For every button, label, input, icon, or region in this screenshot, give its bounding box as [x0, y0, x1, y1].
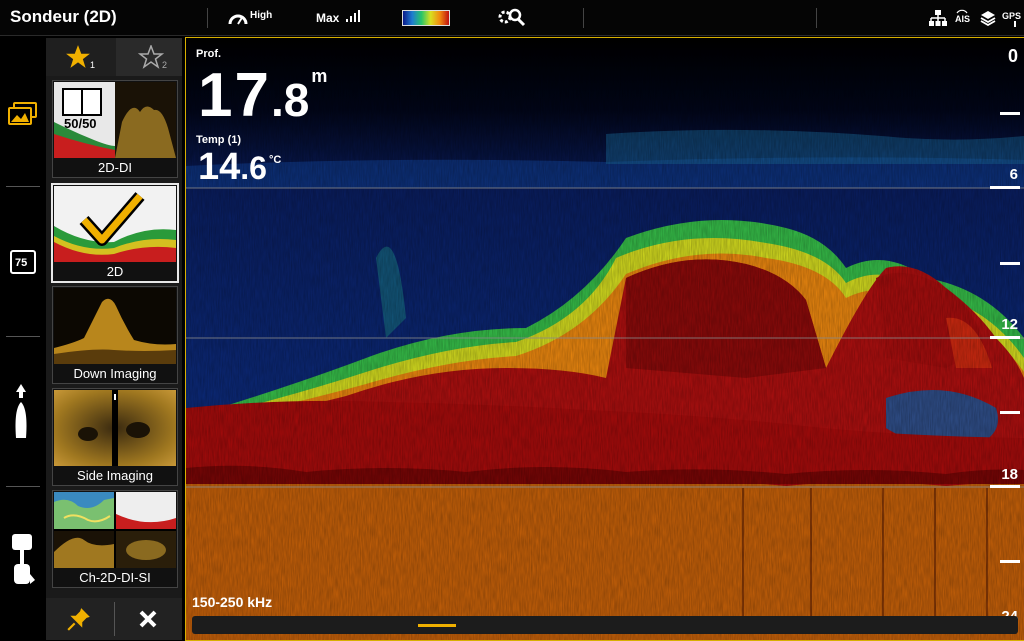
close-icon[interactable]: [138, 609, 158, 629]
layers-icon[interactable]: [980, 10, 996, 26]
star-outline-icon: [138, 45, 164, 69]
tab-number: 2: [162, 60, 168, 70]
trolling-motor-icon[interactable]: [8, 534, 36, 590]
thumbnail: [54, 492, 176, 568]
color-palette-button[interactable]: [402, 10, 450, 26]
network-icon[interactable]: [929, 10, 947, 26]
divider: [114, 602, 115, 636]
page-title: Sondeur (2D): [10, 7, 117, 26]
split-icon: [62, 88, 102, 116]
gps-icon[interactable]: GPS: [1002, 8, 1022, 30]
signal-bars-icon: [346, 10, 360, 22]
top-bar: Sondeur (2D) High Max AIS GPS: [0, 0, 1024, 36]
depth-label: Prof.: [196, 48, 222, 60]
thumbnail: 50/50: [54, 82, 176, 158]
depth-value-int: 17: [198, 61, 271, 130]
depth-scale-tick: [1000, 560, 1020, 563]
thumbnail: [54, 390, 176, 466]
rail-separator: [6, 336, 40, 337]
favorites-tab-2[interactable]: 2: [116, 38, 182, 76]
temp-readout: 14.6 °C: [198, 146, 281, 189]
temp-label: Temp (1): [196, 134, 242, 146]
depth-scale-tick: [1000, 262, 1020, 265]
view-tile-2d-di[interactable]: 50/50 2D-DI: [52, 80, 178, 178]
tab-number: 1: [90, 60, 96, 70]
temp-value-int: 14: [198, 146, 241, 188]
range-label: Max: [316, 11, 340, 25]
depth-scale-tick: [1000, 411, 1020, 414]
thumbnail: [54, 288, 176, 364]
depth-scale-label: 18: [1001, 466, 1018, 483]
ais-icon[interactable]: AIS: [954, 8, 970, 28]
depth-scale-tick: [1000, 112, 1020, 115]
split-ratio-badge: 50/50: [64, 116, 97, 131]
depth-scale-label: 0: [1007, 46, 1018, 66]
ais-label: AIS: [955, 14, 971, 24]
depth-scale-tick: [990, 485, 1020, 488]
temp-unit: °C: [268, 154, 282, 166]
favorites-panel: 1 2 50/50 2D-DI 2D Down Imaging Side Ima…: [46, 38, 182, 640]
zoom-badge: 75: [15, 257, 28, 269]
depth-scale-label: 6: [1009, 166, 1018, 183]
depth-unit: m: [311, 66, 328, 86]
temp-value-dec: .6: [240, 150, 267, 186]
sonar-gauge-icon: [228, 14, 248, 25]
left-rail: 75: [0, 36, 40, 640]
view-label: 2D-DI: [98, 160, 132, 175]
depth-value-dec: .8: [270, 74, 310, 126]
history-scrollbar[interactable]: [192, 616, 1018, 634]
thumbnail: [54, 186, 176, 262]
sonar-view[interactable]: Prof. 17.8m Temp (1) 14.6°C 0 6 12 18 24…: [185, 37, 1024, 641]
depth-scale-tick: [990, 186, 1020, 189]
divider: [583, 8, 584, 28]
view-label: 2D: [106, 264, 124, 279]
depth-scale-label: 12: [1001, 316, 1018, 333]
view-label: Down Imaging: [73, 366, 157, 381]
pin-icon[interactable]: [66, 606, 92, 632]
rail-separator: [6, 486, 40, 487]
rail-separator: [6, 186, 40, 187]
view-tile-2d[interactable]: 2D: [51, 183, 179, 283]
frequency-label: 150-250 kHz: [192, 594, 273, 610]
view-tile-down-imaging[interactable]: Down Imaging: [52, 286, 178, 384]
view-tile-side-imaging[interactable]: Side Imaging: [52, 388, 178, 486]
favorites-actions: [46, 598, 182, 640]
zoom-button[interactable]: 75: [10, 250, 36, 274]
view-label: Ch-2D-DI-SI: [79, 570, 151, 585]
view-label: Side Imaging: [77, 468, 153, 483]
view-tile-combo[interactable]: Ch-2D-DI-SI: [52, 490, 178, 588]
gps-label: GPS: [1002, 11, 1022, 21]
star-filled-icon: [66, 45, 90, 68]
sensitivity-button[interactable]: High: [228, 6, 276, 30]
views-icon[interactable]: [8, 102, 38, 126]
settings-search-icon[interactable]: [497, 6, 527, 28]
boat-up-icon[interactable]: [12, 384, 30, 440]
depth-scale-tick: [990, 336, 1020, 339]
depth-readout: 17.8 m: [198, 60, 327, 131]
scrollbar-thumb[interactable]: [418, 624, 456, 627]
range-button[interactable]: Max: [316, 6, 366, 30]
sensitivity-label: High: [250, 10, 273, 21]
divider: [816, 8, 817, 28]
divider: [207, 8, 208, 28]
favorites-tab-1[interactable]: 1: [46, 38, 116, 76]
